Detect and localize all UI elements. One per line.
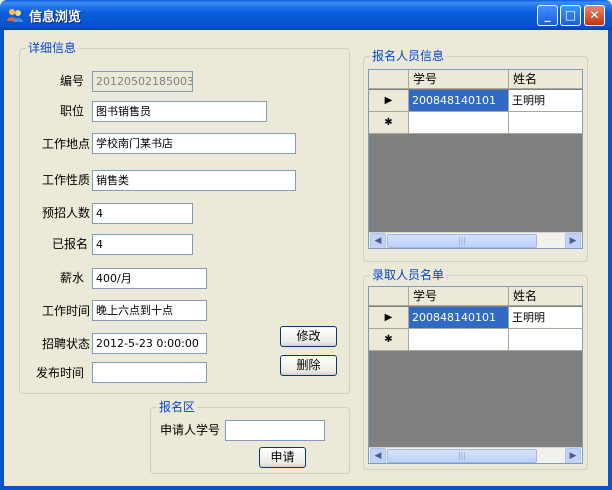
id-field: 20120502185003 [92, 71, 193, 92]
hired-grid[interactable]: 学号 姓名 ▶ 200848140101 王明明 ✱ ◀ ||| ▶ [368, 286, 583, 464]
horizontal-scrollbar[interactable]: ◀ ||| ▶ [369, 447, 582, 463]
publish-time-field[interactable] [92, 362, 207, 383]
enrolled-count-label: 已报名 [51, 237, 88, 251]
new-row-indicator[interactable]: ✱ [369, 329, 409, 350]
student-id-cell[interactable]: 200848140101 [409, 90, 509, 111]
position-label: 职位 [59, 104, 84, 118]
column-header-name[interactable]: 姓名 [509, 287, 582, 305]
salary-label: 薪水 [59, 271, 84, 285]
scroll-right-icon[interactable]: ▶ [565, 233, 581, 248]
planned-count-field[interactable]: 4 [92, 203, 193, 224]
new-row[interactable]: ✱ [369, 112, 582, 134]
new-row[interactable]: ✱ [369, 329, 582, 351]
location-field[interactable]: 学校南门某书店 [92, 133, 296, 154]
new-row-student-id-cell[interactable] [409, 112, 509, 133]
student-id-label: 申请人学号 [159, 423, 220, 437]
planned-count-label: 预招人数 [41, 206, 90, 220]
new-row-name-cell[interactable] [509, 329, 582, 350]
work-time-label: 工作时间 [41, 304, 90, 318]
publish-time-label: 发布时间 [35, 366, 84, 380]
nature-label: 工作性质 [41, 173, 90, 187]
details-group-title: 详细信息 [26, 41, 79, 55]
salary-field[interactable]: 400/月 [92, 268, 207, 289]
row-header-corner [369, 287, 409, 305]
window-frame-left [0, 30, 4, 490]
new-row-student-id-cell[interactable] [409, 329, 509, 350]
current-row-indicator[interactable]: ▶ [369, 90, 409, 111]
grid-header: 学号 姓名 [369, 287, 582, 306]
row-header-corner [369, 70, 409, 88]
grid-header: 学号 姓名 [369, 70, 582, 89]
scroll-thumb[interactable]: ||| [387, 449, 537, 463]
current-row-indicator[interactable]: ▶ [369, 307, 409, 328]
scroll-right-icon[interactable]: ▶ [565, 448, 581, 463]
scroll-left-icon[interactable]: ◀ [370, 448, 386, 463]
student-id-field[interactable] [225, 420, 325, 441]
new-row-indicator[interactable]: ✱ [369, 112, 409, 133]
app-users-icon [7, 9, 23, 22]
maximize-button[interactable]: □ [560, 5, 581, 26]
column-header-student-id[interactable]: 学号 [409, 70, 509, 88]
column-header-student-id[interactable]: 学号 [409, 287, 509, 305]
scroll-left-icon[interactable]: ◀ [370, 233, 386, 248]
window-title: 信息浏览 [29, 10, 82, 25]
minimize-button[interactable]: _ [537, 5, 558, 26]
window-frame-right [608, 30, 612, 490]
id-label: 编号 [59, 74, 84, 88]
title-bar[interactable]: 信息浏览 _ □ ✕ [0, 0, 612, 30]
new-row-name-cell[interactable] [509, 112, 582, 133]
location-label: 工作地点 [41, 137, 90, 151]
horizontal-scrollbar[interactable]: ◀ ||| ▶ [369, 232, 582, 248]
table-row[interactable]: ▶ 200848140101 王明明 [369, 307, 582, 329]
nature-field[interactable]: 销售类 [92, 170, 296, 191]
apply-button[interactable]: 申请 [259, 447, 306, 468]
scroll-thumb[interactable]: ||| [387, 234, 537, 248]
window-frame-bottom [0, 486, 612, 490]
column-header-name[interactable]: 姓名 [509, 70, 582, 88]
edit-button[interactable]: 修改 [280, 326, 337, 347]
applicants-group-title: 报名人员信息 [370, 49, 447, 63]
student-id-cell[interactable]: 200848140101 [409, 307, 509, 328]
status-label: 招聘状态 [41, 337, 90, 351]
enrolled-count-field[interactable]: 4 [92, 234, 193, 255]
table-row[interactable]: ▶ 200848140101 王明明 [369, 90, 582, 112]
delete-button[interactable]: 删除 [280, 355, 337, 376]
apply-group-title: 报名区 [157, 400, 198, 414]
status-field[interactable]: 2012-5-23 0:00:00 [92, 333, 207, 354]
name-cell[interactable]: 王明明 [509, 90, 582, 111]
work-time-field[interactable]: 晚上六点到十点 [92, 300, 207, 321]
hired-group-title: 录取人员名单 [370, 268, 447, 282]
close-button[interactable]: ✕ [584, 5, 605, 26]
applicants-grid[interactable]: 学号 姓名 ▶ 200848140101 王明明 ✱ ◀ ||| ▶ [368, 69, 583, 249]
name-cell[interactable]: 王明明 [509, 307, 582, 328]
position-field[interactable]: 图书销售员 [92, 101, 267, 122]
